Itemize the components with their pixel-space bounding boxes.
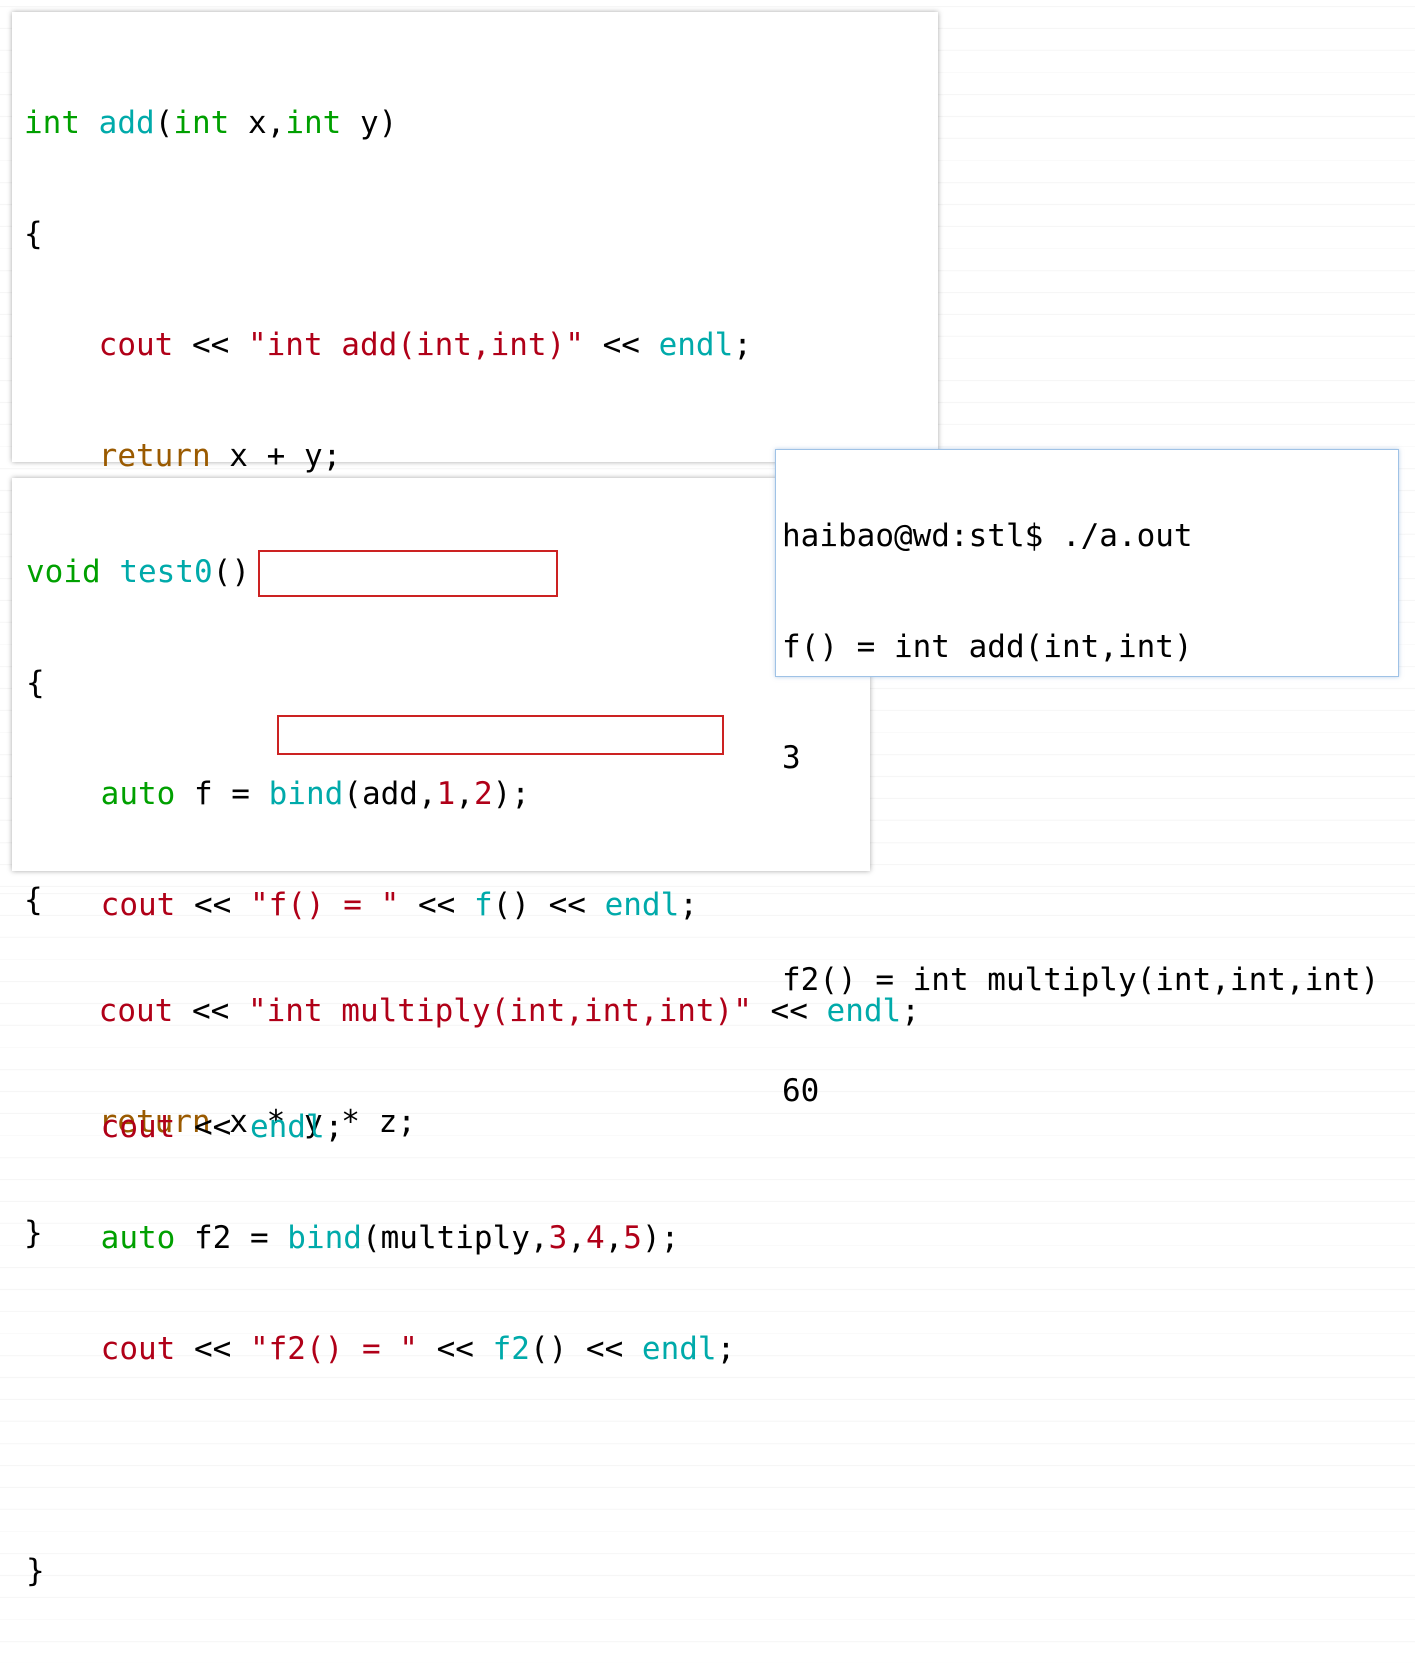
token: add xyxy=(98,105,155,141)
token: << xyxy=(175,1331,250,1367)
token: () << xyxy=(492,887,605,923)
token: endl xyxy=(658,327,734,363)
token: endl xyxy=(604,887,680,923)
token: << xyxy=(417,1331,493,1367)
highlight-box-bind-multiply xyxy=(277,715,724,755)
token: 3 xyxy=(548,1220,568,1256)
token: cout xyxy=(100,887,176,923)
token: f2 = xyxy=(175,1220,288,1256)
token: 5 xyxy=(623,1220,642,1256)
token: () << xyxy=(529,1331,642,1367)
token: f2 xyxy=(492,1331,530,1367)
token: x + y; xyxy=(210,438,342,474)
highlight-box-bind-add xyxy=(258,550,558,597)
token: cout xyxy=(98,327,174,363)
token: ); xyxy=(641,1220,680,1256)
terminal-output: haibao@wd:stl$ ./a.out f() = int add(int… xyxy=(782,445,1379,1183)
code-line: auto f = bind(add,1,2); xyxy=(26,775,735,814)
token: { xyxy=(24,216,43,252)
terminal-line: f2() = int multiply(int,int,int) xyxy=(782,962,1380,998)
code-panel-functions: int add(int x,int y) { cout << "int add(… xyxy=(12,12,938,1251)
token: auto xyxy=(100,1220,176,1256)
terminal-line: haibao@wd:stl$ ./a.out xyxy=(782,518,1193,554)
code-line: cout << "f2() = " << f2() << endl; xyxy=(26,1330,736,1369)
token: ; xyxy=(733,327,752,363)
token: x, xyxy=(229,105,286,141)
code-line: auto f2 = bind(multiply,3,4,5); xyxy=(26,1219,735,1258)
code-line: cout << endl; xyxy=(26,1108,735,1147)
token: , xyxy=(455,776,474,812)
token: ); xyxy=(492,776,530,812)
token: f xyxy=(473,887,493,923)
token: << xyxy=(399,887,474,923)
token: << xyxy=(173,327,248,363)
terminal-output-panel: haibao@wd:stl$ ./a.out f() = int add(int… xyxy=(775,449,1399,1109)
token: , xyxy=(567,1220,586,1256)
code-block-test0: void test0() { auto f = bind(add,1,2); c… xyxy=(26,481,735,1663)
token: ; xyxy=(324,1109,344,1145)
code-line: cout << "f() = " << f() << endl; xyxy=(26,886,735,925)
token: ; xyxy=(679,887,698,923)
token: (multiply, xyxy=(361,1220,549,1256)
token: test0 xyxy=(119,554,213,590)
token: "f() = " xyxy=(249,887,400,923)
token: ( xyxy=(154,105,174,141)
token: , xyxy=(604,1220,624,1256)
code-line: cout << "int add(int,int)" << endl; xyxy=(24,326,920,365)
token: ; xyxy=(716,1331,736,1367)
token: << xyxy=(175,887,250,923)
terminal-line: 60 xyxy=(782,1073,820,1109)
token: bind xyxy=(268,776,344,812)
token: int xyxy=(24,105,80,141)
token: << xyxy=(583,327,659,363)
token: 1 xyxy=(436,776,456,812)
terminal-line: f() = int add(int,int) xyxy=(782,629,1193,665)
token: endl xyxy=(249,1109,325,1145)
token: "f2() = " xyxy=(249,1331,418,1367)
code-line: { xyxy=(26,664,735,703)
token: bind xyxy=(287,1220,362,1256)
token: endl xyxy=(641,1331,717,1367)
token: "int add(int,int)" xyxy=(247,327,584,363)
code-line: int add(int x,int y) xyxy=(24,104,920,143)
token: 2 xyxy=(473,776,493,812)
code-line: } xyxy=(26,1552,735,1591)
token: cout xyxy=(100,1331,176,1367)
token: int xyxy=(173,105,230,141)
code-panel-test0: void test0() { auto f = bind(add,1,2); c… xyxy=(12,478,870,1589)
token: int xyxy=(285,105,342,141)
token: 4 xyxy=(585,1220,605,1256)
token: auto xyxy=(100,776,176,812)
token: void xyxy=(26,554,101,590)
code-line: { xyxy=(24,215,920,254)
token: f = xyxy=(175,776,269,812)
token: cout xyxy=(100,1109,176,1145)
token: return xyxy=(98,438,211,474)
token: y) xyxy=(341,105,398,141)
token: { xyxy=(26,665,45,701)
token: } xyxy=(26,1553,45,1589)
token: (add, xyxy=(343,776,437,812)
token: () xyxy=(212,554,250,590)
terminal-line: 3 xyxy=(782,740,801,776)
token: << xyxy=(175,1109,250,1145)
